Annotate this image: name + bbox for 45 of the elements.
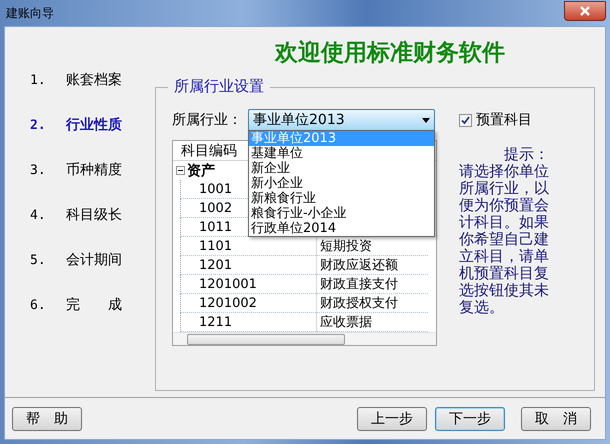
step-label[interactable]: 会计期间	[66, 251, 122, 269]
close-button[interactable]	[564, 0, 606, 20]
scrollbar-thumb[interactable]	[187, 334, 345, 344]
industry-label: 所属行业：	[172, 111, 242, 129]
account-code-cell: 1101	[180, 237, 316, 256]
horizontal-scrollbar[interactable]	[173, 332, 436, 345]
step-number: 6.	[30, 298, 47, 312]
step-label[interactable]: 行业性质	[66, 116, 122, 134]
dropdown-value: 事业单位2013	[253, 111, 345, 129]
step-number: 2.	[30, 118, 47, 132]
caret-icon	[422, 118, 430, 122]
step-number: 4.	[30, 208, 47, 222]
welcome-heading: 欢迎使用标准财务软件	[274, 39, 506, 68]
account-name-cell: 财政直接支付	[316, 275, 428, 294]
close-icon	[579, 6, 591, 16]
step-label[interactable]: 科目级长	[66, 206, 122, 224]
step-label[interactable]: 账套档案	[66, 71, 122, 89]
account-code-cell: 1201	[180, 256, 316, 275]
step-number: 1.	[30, 72, 47, 88]
dialog-button[interactable]: 上一步	[357, 406, 427, 430]
dialog-button[interactable]: 帮 助	[12, 406, 82, 430]
tree-node-label[interactable]: 资产	[187, 162, 215, 180]
step-number: 3.	[30, 162, 47, 178]
checkbox-label: 预置科目	[476, 111, 532, 129]
collapse-icon[interactable]	[176, 166, 185, 175]
hint-text: 提示：请选择你单位所属行业，以便为你预置会计科目。如果你希望自己建立科目，请单机预置科目复选按钮使其未复选。	[459, 146, 550, 318]
checkbox[interactable]	[459, 114, 472, 126]
dropdown-option[interactable]: 新企业	[249, 161, 434, 176]
step-label[interactable]: 币种精度	[66, 161, 122, 179]
group-title: 所属行业设置	[168, 77, 270, 96]
dropdown-option[interactable]: 基建单位	[249, 146, 434, 161]
dropdown-option[interactable]: 粮食行业-小企业	[249, 206, 434, 221]
dropdown-option[interactable]: 行政单位2014	[249, 221, 434, 236]
account-name-cell: 财政应返还额	[316, 256, 428, 275]
account-name-cell: 财政授权支付	[316, 294, 428, 313]
dialog-button[interactable]: 下一步	[435, 406, 505, 430]
window-title: 建账向导	[5, 4, 54, 22]
dropdown-option[interactable]: 新粮食行业	[249, 191, 434, 206]
step-number: 5.	[30, 252, 47, 268]
step-label[interactable]: 完 成	[66, 296, 122, 314]
account-code-cell: 1201002	[180, 294, 316, 313]
dialog-button[interactable]: 取 消	[521, 406, 591, 430]
account-code-cell: 1201001	[180, 275, 316, 294]
dropdown-option[interactable]: 新小企业	[249, 176, 434, 191]
account-name-cell: 短期投资	[316, 237, 428, 256]
